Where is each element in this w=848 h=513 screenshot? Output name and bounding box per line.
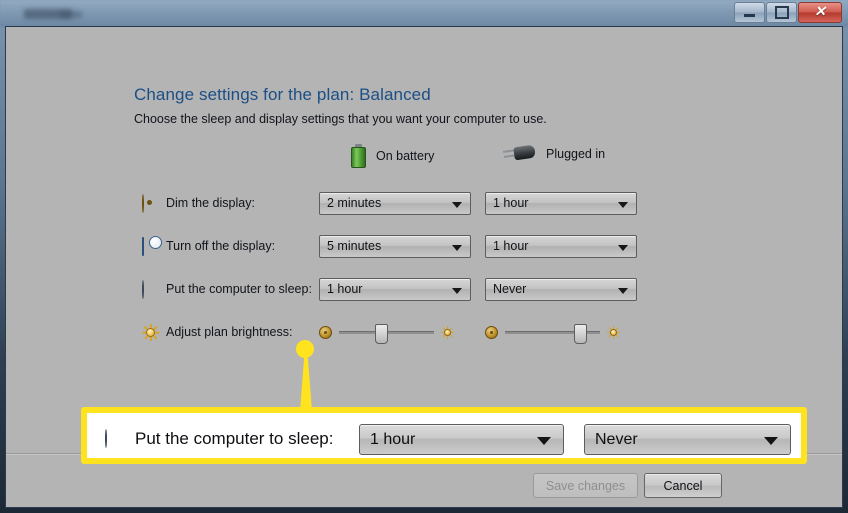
setting-label-dim-display: Dim the display: [166, 196, 255, 210]
dropdown-value: 1 hour [370, 430, 416, 448]
column-on-battery: On battery [351, 144, 434, 168]
chevron-down-icon [452, 287, 462, 294]
column-plugged-in: Plugged in [502, 144, 605, 164]
column-headers: On battery Plugged in [6, 144, 842, 174]
dropdown-value: 1 hour [493, 196, 529, 210]
dropdown-value: 2 minutes [327, 196, 382, 210]
window-controls: ✕ [734, 2, 842, 23]
turn-off-display-icon [142, 236, 159, 256]
close-button[interactable]: ✕ [798, 2, 842, 23]
window-frame: ✕ Control Panel Hardware and Sound [0, 0, 848, 513]
dropdown-value: Never [493, 282, 527, 296]
page-content: Change settings for the plan: Balanced C… [6, 60, 842, 506]
sleep-icon [142, 279, 159, 299]
window-title-blurred-2 [60, 11, 82, 18]
callout-dropdown-sleep-on-battery[interactable]: 1 hour [359, 424, 564, 455]
minimize-icon [744, 14, 755, 17]
brightness-slider-on-battery-group [319, 324, 455, 344]
dim-display-icon [142, 193, 159, 213]
dropdown-dim-display-plugged-in[interactable]: 1 hour [485, 191, 637, 215]
callout-label-sleep: Put the computer to sleep: [135, 429, 334, 448]
battery-icon [351, 144, 366, 168]
chevron-down-icon [452, 244, 462, 251]
chevron-down-icon [537, 437, 551, 445]
setting-label-turn-off-display: Turn off the display: [166, 239, 276, 253]
power-plug-icon [502, 144, 536, 164]
magnified-callout: Put the computer to sleep: 1 hour Never [81, 407, 807, 464]
setting-label-sleep: Put the computer to sleep: [166, 282, 312, 296]
setting-row-dim-display: Dim the display: 2 minutes 1 hour [6, 186, 842, 220]
minimize-button[interactable] [734, 2, 765, 23]
brightness-slider-plugged-in-group [485, 324, 621, 344]
dropdown-value: 1 hour [327, 282, 363, 296]
cancel-button[interactable]: Cancel [644, 473, 722, 498]
brightness-low-icon [485, 325, 498, 339]
brightness-high-icon [441, 325, 455, 339]
brightness-slider-plugged-in[interactable] [505, 324, 600, 344]
sleep-icon [105, 429, 125, 450]
close-icon: ✕ [814, 4, 826, 20]
chevron-down-icon [452, 201, 462, 208]
brightness-slider-on-battery[interactable] [339, 324, 434, 344]
maximize-icon [774, 6, 789, 19]
chevron-down-icon [764, 437, 778, 445]
title-bar[interactable] [0, 0, 848, 27]
chevron-down-icon [618, 201, 628, 208]
setting-row-brightness: Adjust plan brightness: [6, 315, 842, 349]
brightness-high-icon [607, 325, 621, 339]
brightness-icon [142, 323, 160, 341]
chevron-down-icon [618, 244, 628, 251]
dropdown-value: Never [595, 430, 638, 448]
dropdown-turn-off-display-on-battery[interactable]: 5 minutes [319, 234, 471, 258]
setting-row-sleep: Put the computer to sleep: 1 hour Never [6, 272, 842, 306]
chevron-down-icon [618, 287, 628, 294]
dropdown-sleep-on-battery[interactable]: 1 hour [319, 277, 471, 301]
callout-dropdown-sleep-plugged-in[interactable]: Never [584, 424, 791, 455]
setting-row-turn-off-display: Turn off the display: 5 minutes 1 hour [6, 229, 842, 263]
callout-pointer-line [300, 349, 312, 411]
page-title: Change settings for the plan: Balanced [134, 85, 431, 104]
dropdown-sleep-plugged-in[interactable]: Never [485, 277, 637, 301]
slider-thumb[interactable] [574, 324, 587, 344]
dropdown-value: 5 minutes [327, 239, 382, 253]
maximize-button[interactable] [766, 2, 797, 23]
page-subtitle: Choose the sleep and display settings th… [134, 112, 547, 126]
brightness-low-icon [319, 325, 332, 339]
column-label-plugged-in: Plugged in [546, 147, 606, 161]
dropdown-turn-off-display-plugged-in[interactable]: 1 hour [485, 234, 637, 258]
callout-pointer-dot [296, 340, 314, 358]
slider-thumb[interactable] [375, 324, 388, 344]
dropdown-value: 1 hour [493, 239, 529, 253]
window-root: ✕ Control Panel Hardware and Sound [0, 0, 848, 513]
save-changes-button[interactable]: Save changes [533, 473, 638, 498]
setting-label-brightness: Adjust plan brightness: [166, 325, 293, 339]
column-label-on-battery: On battery [376, 149, 435, 163]
dropdown-dim-display-on-battery[interactable]: 2 minutes [319, 191, 471, 215]
